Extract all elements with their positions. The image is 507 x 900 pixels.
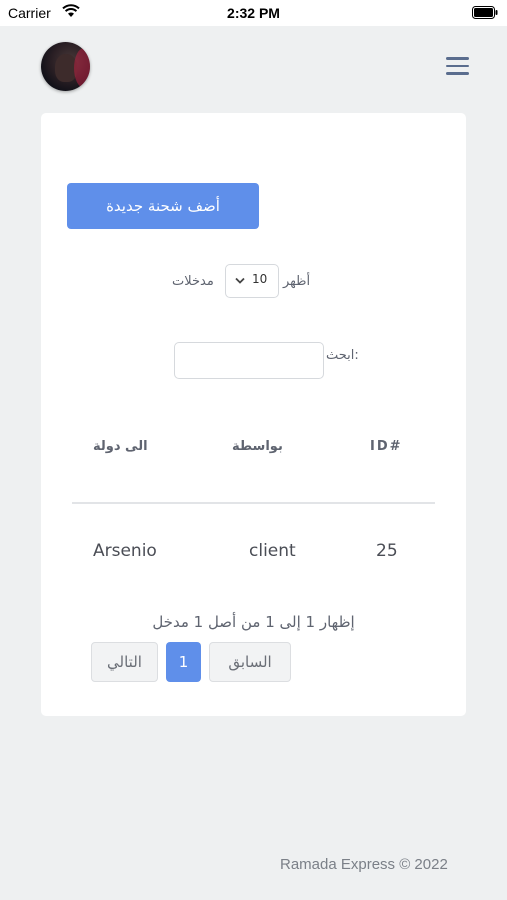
status-bar: Carrier 2:32 PM [0,0,507,26]
clock: 2:32 PM [227,5,280,21]
show-label: أظهر [283,274,311,289]
cell-by: client [249,541,296,561]
column-header-country[interactable]: الى دولة [93,439,148,454]
entries-select[interactable]: 10 [225,264,279,298]
previous-page-button[interactable]: السابق [209,642,291,682]
chevron-down-icon [235,277,245,284]
pagination-info: إظهار 1 إلى 1 من أصل 1 مدخل [152,613,355,631]
cell-country: Arsenio [93,541,157,561]
entries-select-value: 10 [252,272,268,286]
battery-icon [472,6,498,19]
add-shipment-button[interactable]: أضف شحنة جديدة [67,183,259,229]
column-header-id[interactable]: ID# [370,439,403,454]
user-avatar[interactable] [41,42,90,91]
search-input[interactable] [174,342,324,379]
page-number-button[interactable]: 1 [166,642,201,682]
hamburger-menu-icon[interactable] [446,57,469,76]
entries-label: مدخلات [172,274,214,289]
cell-id: 25 [376,541,398,561]
column-header-by[interactable]: بواسطة [232,439,283,454]
search-label: ابحث: [326,348,359,363]
shipments-card: أضف شحنة جديدة أظهر 10 مدخلات ابحث: ID# … [41,113,466,716]
next-page-button[interactable]: التالي [91,642,158,682]
table-divider [72,502,435,504]
footer-copyright: Ramada Express © 2022 [280,856,448,873]
